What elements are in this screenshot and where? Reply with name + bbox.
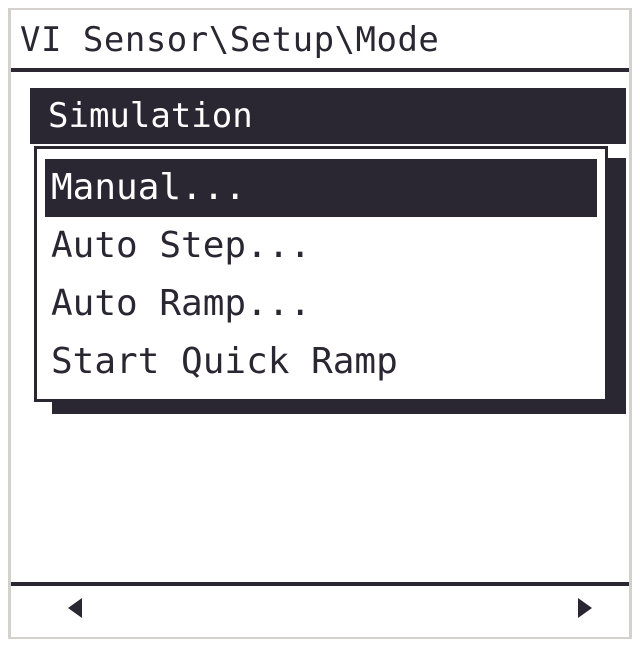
menu-item-start-quick-ramp[interactable]: Start Quick Ramp <box>45 333 597 391</box>
arrow-right-icon[interactable] <box>578 598 592 618</box>
menu-title: Simulation <box>48 96 253 136</box>
breadcrumb-path: VI Sensor\Setup\Mode <box>20 20 440 60</box>
menu-item-auto-step[interactable]: Auto Step... <box>45 217 597 275</box>
menu-item-manual[interactable]: Manual... <box>45 159 597 217</box>
footer-divider <box>11 582 629 586</box>
menu-item-auto-ramp[interactable]: Auto Ramp... <box>45 275 597 333</box>
menu-list: Manual... Auto Step... Auto Ramp... Star… <box>45 159 597 391</box>
arrow-left-icon[interactable] <box>68 598 82 618</box>
header-divider <box>11 68 629 72</box>
menu-header: Simulation <box>30 88 626 144</box>
simulation-menu: Manual... Auto Step... Auto Ramp... Star… <box>34 146 608 402</box>
